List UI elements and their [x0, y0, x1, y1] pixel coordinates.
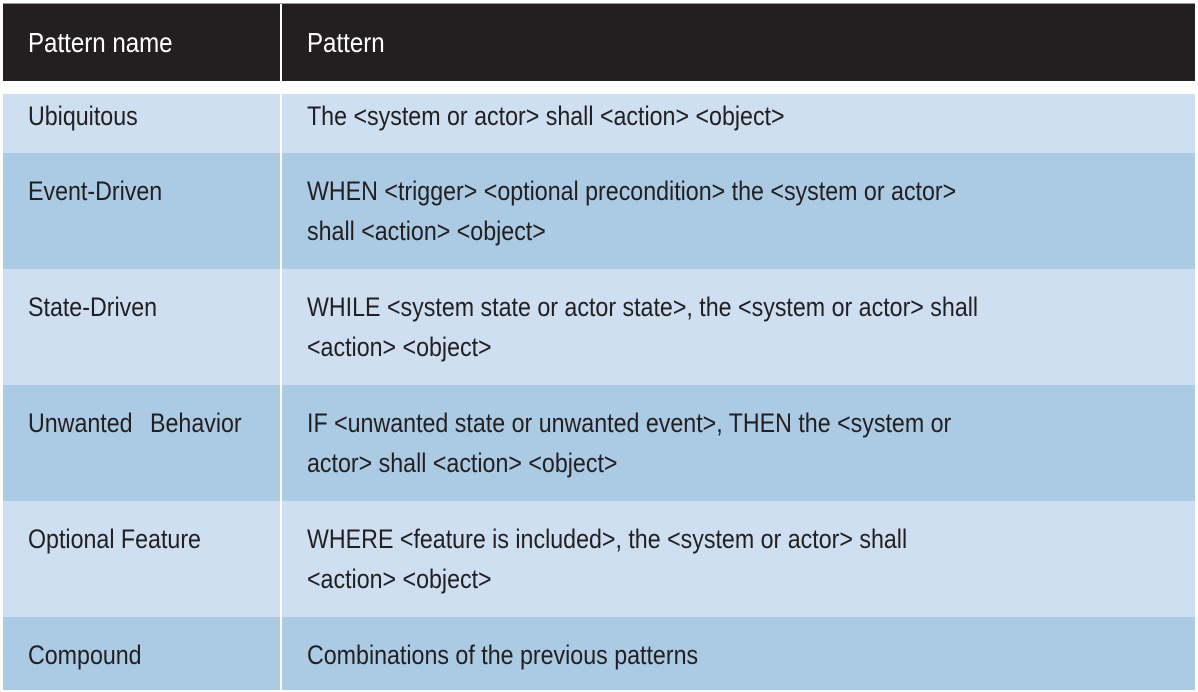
pattern-cell: IF <unwanted state or unwanted event>, T…: [280, 385, 1195, 501]
pattern-text: WHERE <feature is included>, the <system…: [307, 524, 908, 554]
pattern-cell: WHERE <feature is included>, the <system…: [280, 501, 1195, 617]
ears-pattern-table: Pattern name Pattern Ubiquitous The <sys…: [3, 3, 1195, 690]
header-pattern: Pattern: [280, 4, 1195, 81]
pattern-name: Event-Driven: [28, 176, 163, 206]
header-label: Pattern name: [28, 27, 173, 58]
pattern-cell: The <system or actor> shall <action> <ob…: [280, 94, 1195, 153]
pattern-cell: WHILE <system state or actor state>, the…: [280, 269, 1195, 385]
pattern-name-cell: Event-Driven: [3, 153, 280, 269]
pattern-name-cell: Unwanted Behavior: [3, 385, 280, 501]
table-row: Ubiquitous The <system or actor> shall <…: [3, 94, 1195, 153]
pattern-name-cell: Ubiquitous: [3, 94, 280, 153]
header-pattern-name: Pattern name: [3, 4, 280, 81]
pattern-text: IF <unwanted state or unwanted event>, T…: [307, 408, 952, 438]
pattern-name: Compound: [28, 640, 142, 670]
pattern-text: <action> <object>: [307, 564, 492, 594]
pattern-text: WHEN <trigger> <optional precondition> t…: [307, 176, 957, 206]
pattern-cell: WHEN <trigger> <optional precondition> t…: [280, 153, 1195, 269]
pattern-name: Unwanted: [28, 408, 133, 438]
pattern-text: WHILE <system state or actor state>, the…: [307, 292, 979, 322]
pattern-name: State-Driven: [28, 292, 158, 322]
pattern-name-cell: Optional Feature: [3, 501, 280, 617]
table-row: State-Driven WHILE <system state or acto…: [3, 269, 1195, 385]
pattern-text: Combinations of the previous patterns: [307, 640, 699, 670]
pattern-text: shall <action> <object>: [307, 216, 546, 246]
pattern-cell: Combinations of the previous patterns: [280, 617, 1195, 690]
pattern-name-cell: State-Driven: [3, 269, 280, 385]
pattern-name-cell: Compound: [3, 617, 280, 690]
pattern-text: <action> <object>: [307, 332, 492, 362]
pattern-name: Behavior: [149, 408, 242, 438]
pattern-name: Optional Feature: [28, 524, 201, 554]
table-header: Pattern name Pattern: [3, 4, 1195, 81]
table-row: Event-Driven WHEN <trigger> <optional pr…: [3, 153, 1195, 269]
table-row: Unwanted Behavior IF <unwanted state or u…: [3, 385, 1195, 501]
table-row: Compound Combinations of the previous pa…: [3, 617, 1195, 690]
pattern-text: actor> shall <action> <object>: [307, 448, 618, 478]
table-row: Optional Feature WHERE <feature is inclu…: [3, 501, 1195, 617]
pattern-name: Ubiquitous: [28, 101, 138, 131]
header-gap: [3, 81, 1195, 94]
header-label: Pattern: [307, 27, 385, 58]
pattern-text: The <system or actor> shall <action> <ob…: [307, 101, 785, 131]
